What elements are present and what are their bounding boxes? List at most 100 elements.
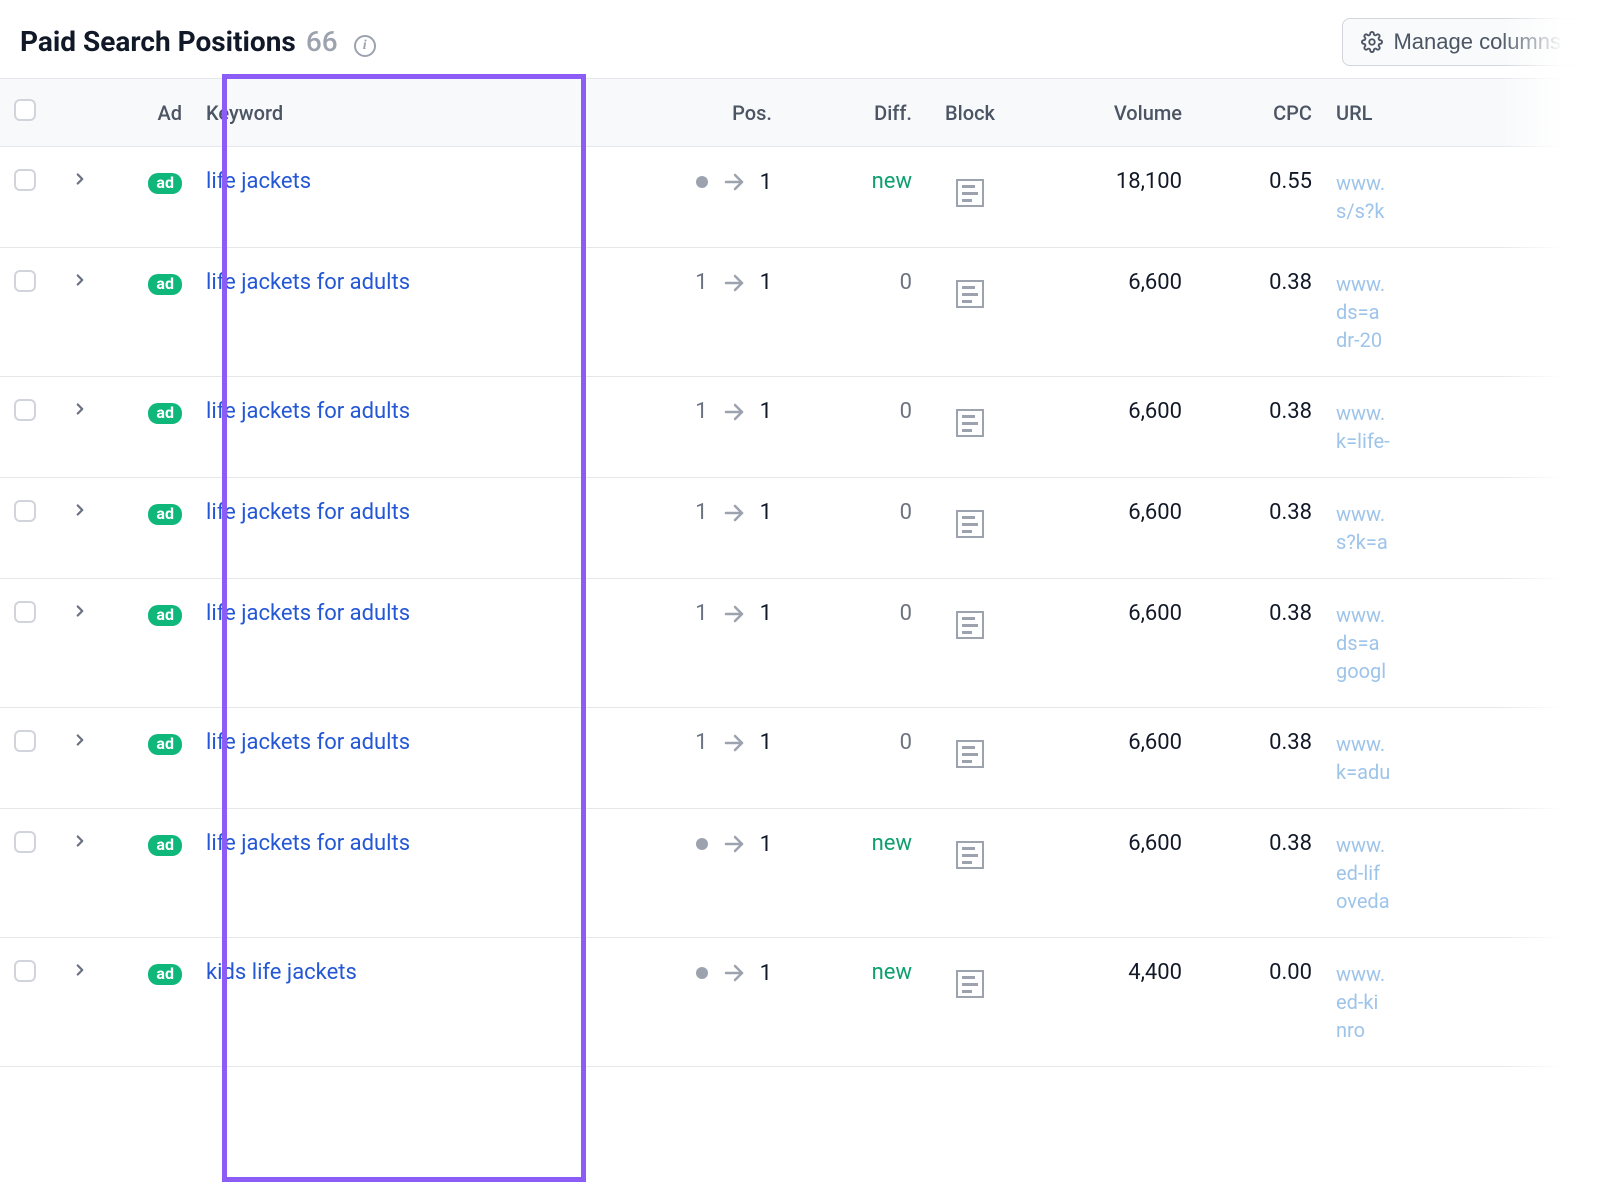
- diff-value: 0: [900, 399, 912, 424]
- pos-prev: 1: [695, 601, 707, 626]
- keyword-link[interactable]: life jackets: [206, 169, 311, 194]
- serp-block-icon[interactable]: [956, 740, 984, 768]
- keyword-link[interactable]: kids life jackets: [206, 960, 357, 985]
- col-keyword[interactable]: Keyword: [190, 79, 580, 147]
- table-row: ad life jackets for adults 1 1 0 6,600 0…: [0, 377, 1600, 478]
- results-count: 66: [306, 25, 338, 58]
- table-row: ad life jackets for adults 1 1 0 6,600 0…: [0, 248, 1600, 377]
- url-link[interactable]: www.ed-lifoveda: [1336, 831, 1592, 915]
- manage-columns-label: Manage columns: [1393, 29, 1561, 55]
- row-checkbox[interactable]: [14, 730, 36, 752]
- pos-current: 1: [760, 270, 772, 295]
- url-fragment: nro: [1336, 1016, 1592, 1044]
- pos-prev: 1: [695, 500, 707, 525]
- chevron-right-icon[interactable]: [71, 501, 89, 519]
- row-checkbox[interactable]: [14, 399, 36, 421]
- volume-value: 6,600: [1128, 270, 1182, 295]
- col-block[interactable]: Block: [920, 79, 1020, 147]
- diff-value: 0: [900, 730, 912, 755]
- chevron-right-icon[interactable]: [71, 400, 89, 418]
- arrow-right-icon: [722, 501, 746, 525]
- row-checkbox[interactable]: [14, 831, 36, 853]
- col-url[interactable]: URL: [1320, 79, 1600, 147]
- ad-badge[interactable]: ad: [148, 274, 182, 295]
- pos-current: 1: [760, 601, 772, 626]
- url-fragment: www.: [1336, 500, 1592, 528]
- chevron-right-icon[interactable]: [71, 731, 89, 749]
- chevron-right-icon[interactable]: [71, 961, 89, 979]
- col-cpc[interactable]: CPC: [1190, 79, 1320, 147]
- cpc-value: 0.38: [1269, 831, 1312, 856]
- serp-block-icon[interactable]: [956, 179, 984, 207]
- url-link[interactable]: www.ds=agoogl: [1336, 601, 1592, 685]
- url-fragment: oveda: [1336, 887, 1592, 915]
- chevron-right-icon[interactable]: [71, 271, 89, 289]
- url-link[interactable]: www.k=life-: [1336, 399, 1592, 455]
- col-volume[interactable]: Volume: [1020, 79, 1190, 147]
- ad-badge[interactable]: ad: [148, 964, 182, 985]
- select-all-checkbox[interactable]: [14, 99, 36, 121]
- url-fragment: ds=a: [1336, 298, 1592, 326]
- col-ad[interactable]: Ad: [110, 79, 190, 147]
- ad-badge[interactable]: ad: [148, 173, 182, 194]
- arrow-right-icon: [722, 400, 746, 424]
- table-row: ad life jackets 1 new 18,100 0.55 www.s/…: [0, 147, 1600, 248]
- volume-value: 6,600: [1128, 831, 1182, 856]
- serp-block-icon[interactable]: [956, 970, 984, 998]
- keyword-link[interactable]: life jackets for adults: [206, 601, 410, 626]
- pos-current: 1: [760, 399, 772, 424]
- ad-badge[interactable]: ad: [148, 504, 182, 525]
- serp-block-icon[interactable]: [956, 409, 984, 437]
- row-checkbox[interactable]: [14, 960, 36, 982]
- ad-badge[interactable]: ad: [148, 835, 182, 856]
- keyword-link[interactable]: life jackets for adults: [206, 730, 410, 755]
- serp-block-icon[interactable]: [956, 510, 984, 538]
- serp-block-icon[interactable]: [956, 611, 984, 639]
- pos-current: 1: [760, 832, 772, 857]
- row-checkbox[interactable]: [14, 169, 36, 191]
- arrow-right-icon: [722, 731, 746, 755]
- pos-dot-icon: [696, 838, 708, 850]
- pos-dot-icon: [696, 967, 708, 979]
- url-link[interactable]: www.s/s?k: [1336, 169, 1592, 225]
- keyword-link[interactable]: life jackets for adults: [206, 399, 410, 424]
- diff-value: new: [872, 960, 912, 985]
- url-link[interactable]: www.k=adu: [1336, 730, 1592, 786]
- keyword-link[interactable]: life jackets for adults: [206, 500, 410, 525]
- row-checkbox[interactable]: [14, 270, 36, 292]
- ad-badge[interactable]: ad: [148, 734, 182, 755]
- serp-block-icon[interactable]: [956, 841, 984, 869]
- diff-value: 0: [900, 270, 912, 295]
- arrow-right-icon: [722, 832, 746, 856]
- ad-badge[interactable]: ad: [148, 403, 182, 424]
- row-checkbox[interactable]: [14, 601, 36, 623]
- url-link[interactable]: www.s?k=a: [1336, 500, 1592, 556]
- url-fragment: www.: [1336, 730, 1592, 758]
- url-fragment: k=adu: [1336, 758, 1592, 786]
- diff-value: 0: [900, 500, 912, 525]
- info-icon[interactable]: i: [354, 35, 376, 57]
- diff-value: new: [872, 169, 912, 194]
- volume-value: 6,600: [1128, 730, 1182, 755]
- chevron-right-icon[interactable]: [71, 602, 89, 620]
- row-checkbox[interactable]: [14, 500, 36, 522]
- url-link[interactable]: www.ed-kinro: [1336, 960, 1592, 1044]
- table-row: ad life jackets for adults 1 1 0 6,600 0…: [0, 478, 1600, 579]
- cpc-value: 0.38: [1269, 730, 1312, 755]
- col-pos[interactable]: Pos.: [580, 79, 780, 147]
- keyword-link[interactable]: life jackets for adults: [206, 831, 410, 856]
- url-link[interactable]: www.ds=adr-20: [1336, 270, 1592, 354]
- page-title: Paid Search Positions: [20, 25, 296, 58]
- cpc-value: 0.38: [1269, 500, 1312, 525]
- url-fragment: www.: [1336, 169, 1592, 197]
- cpc-value: 0.00: [1269, 960, 1312, 985]
- pos-prev: 1: [695, 730, 707, 755]
- chevron-right-icon[interactable]: [71, 832, 89, 850]
- manage-columns-button[interactable]: Manage columns: [1342, 18, 1580, 66]
- serp-block-icon[interactable]: [956, 280, 984, 308]
- ad-badge[interactable]: ad: [148, 605, 182, 626]
- chevron-right-icon[interactable]: [71, 170, 89, 188]
- col-diff[interactable]: Diff.: [780, 79, 920, 147]
- keyword-link[interactable]: life jackets for adults: [206, 270, 410, 295]
- url-fragment: www.: [1336, 270, 1592, 298]
